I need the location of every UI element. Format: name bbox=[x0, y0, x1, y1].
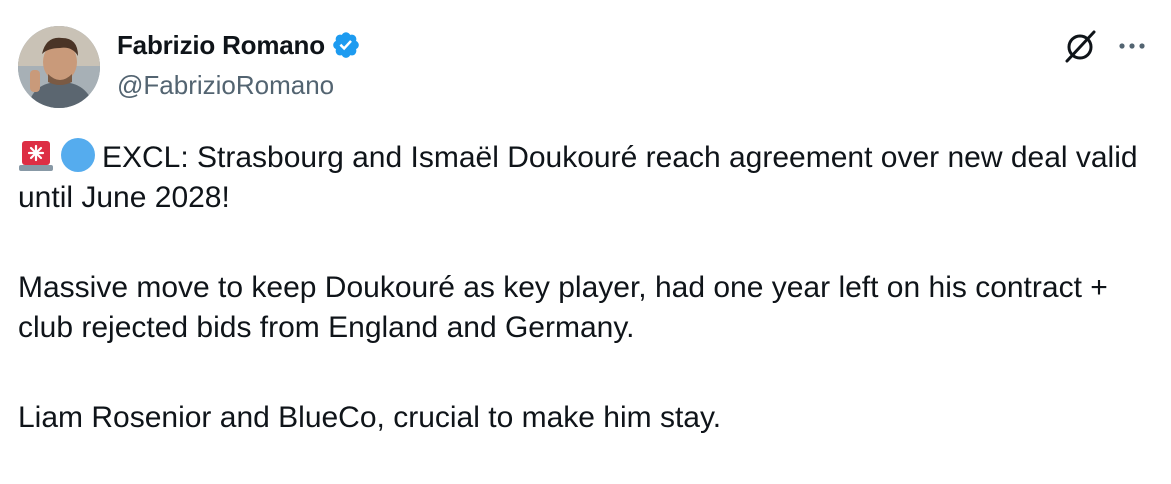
verified-badge-icon[interactable] bbox=[331, 30, 361, 60]
tweet-paragraph-2: Massive move to keep Doukouré as key pla… bbox=[18, 271, 1108, 344]
blue-circle-emoji bbox=[60, 137, 96, 173]
grok-icon[interactable] bbox=[1060, 26, 1100, 66]
tweet-line-1: EXCL: Strasbourg and Ismaël Doukouré rea… bbox=[18, 141, 1138, 214]
tweet-paragraph-1: EXCL: Strasbourg and Ismaël Doukouré rea… bbox=[18, 137, 1158, 218]
rotating-light-emoji bbox=[18, 137, 54, 173]
more-icon[interactable] bbox=[1114, 34, 1150, 58]
author-display-name[interactable]: Fabrizio Romano bbox=[117, 30, 325, 61]
author-handle[interactable]: @FabrizioRomano bbox=[117, 70, 334, 101]
author-name-row: Fabrizio Romano bbox=[117, 28, 361, 62]
tweet-body: EXCL: Strasbourg and Ismaël Doukouré rea… bbox=[18, 137, 1158, 438]
avatar[interactable] bbox=[18, 26, 100, 108]
tweet-paragraph-3: Liam Rosenior and BlueCo, crucial to mak… bbox=[18, 401, 722, 434]
